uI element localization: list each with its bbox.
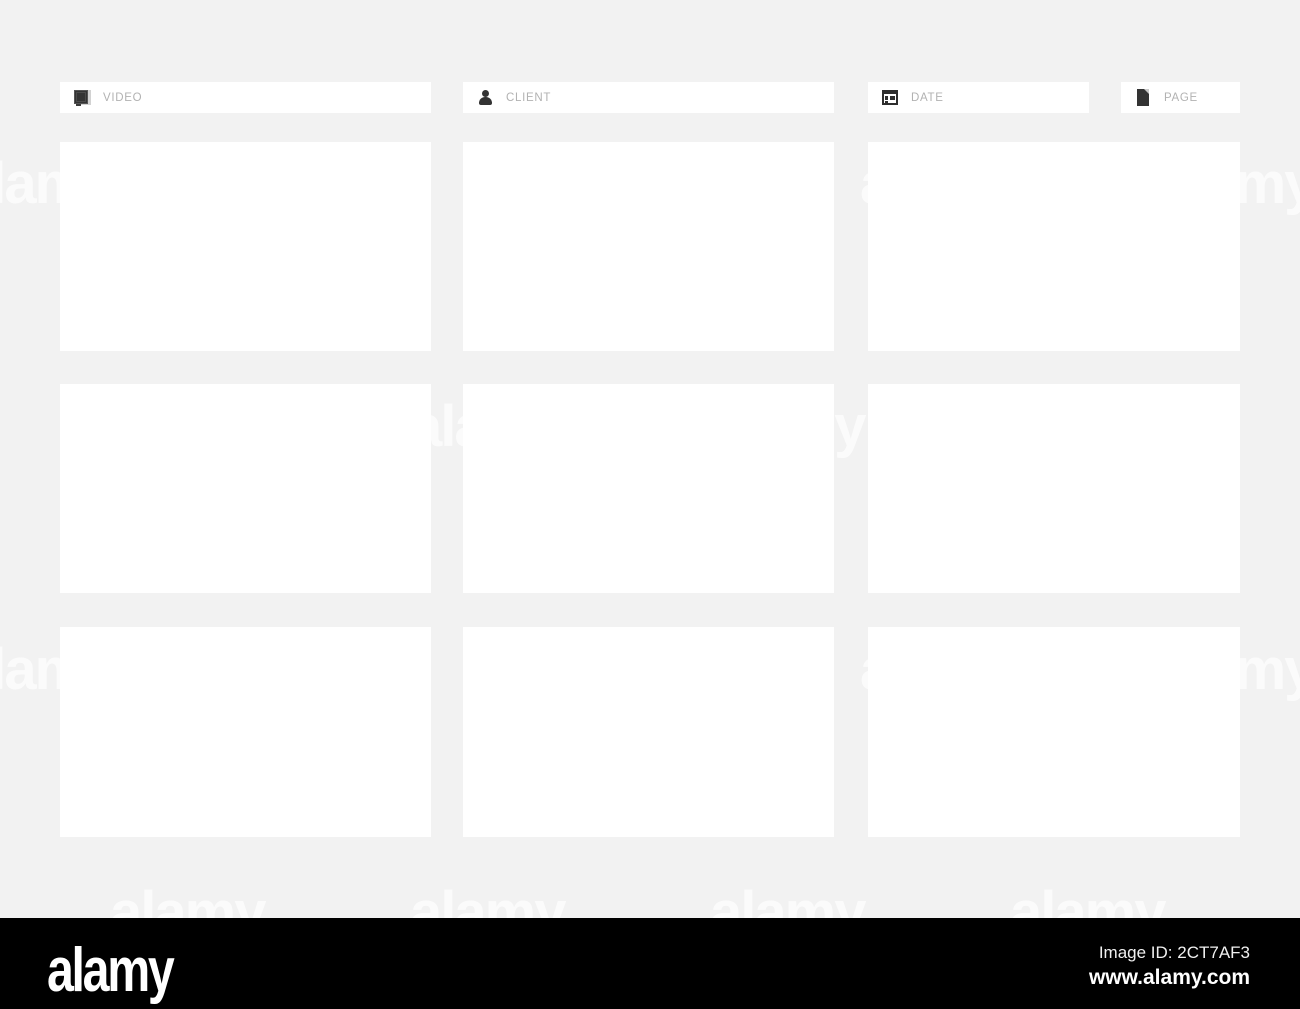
media-card[interactable]: [60, 384, 431, 593]
metadata-field-bar: VIDEO CLIENT DATE PAGE: [0, 82, 1300, 113]
image-id-text: Image ID: 2CT7AF3: [1098, 943, 1250, 962]
field-page-label: PAGE: [1164, 91, 1198, 104]
alamy-logo: alamy: [47, 936, 175, 1005]
field-client-label: CLIENT: [506, 91, 552, 104]
field-video[interactable]: VIDEO: [60, 82, 431, 113]
footer-meta: Image ID: 2CT7AF3 www.alamy.com: [1089, 941, 1250, 991]
field-page[interactable]: PAGE: [1121, 82, 1240, 113]
media-card[interactable]: [60, 627, 431, 837]
document-icon: [1134, 88, 1153, 107]
field-client[interactable]: CLIENT: [463, 82, 834, 113]
field-date-label: DATE: [911, 91, 944, 104]
video-icon: [73, 88, 92, 107]
field-video-label: VIDEO: [103, 91, 143, 104]
media-card[interactable]: [868, 384, 1240, 593]
media-card[interactable]: [868, 627, 1240, 837]
media-card[interactable]: [868, 142, 1240, 351]
media-card[interactable]: [463, 627, 834, 837]
media-card[interactable]: [463, 142, 834, 351]
field-date[interactable]: DATE: [868, 82, 1089, 113]
calendar-icon: [881, 88, 900, 107]
media-card[interactable]: [60, 142, 431, 351]
media-card[interactable]: [463, 384, 834, 593]
website-url-text: www.alamy.com: [1088, 966, 1250, 989]
footer-bar: alamy Image ID: 2CT7AF3 www.alamy.com: [0, 918, 1300, 1009]
page-root: VIDEO CLIENT DATE PAGE alamy Image ID: 2…: [0, 0, 1300, 1009]
client-icon: [476, 88, 495, 107]
card-grid: [0, 0, 1300, 918]
